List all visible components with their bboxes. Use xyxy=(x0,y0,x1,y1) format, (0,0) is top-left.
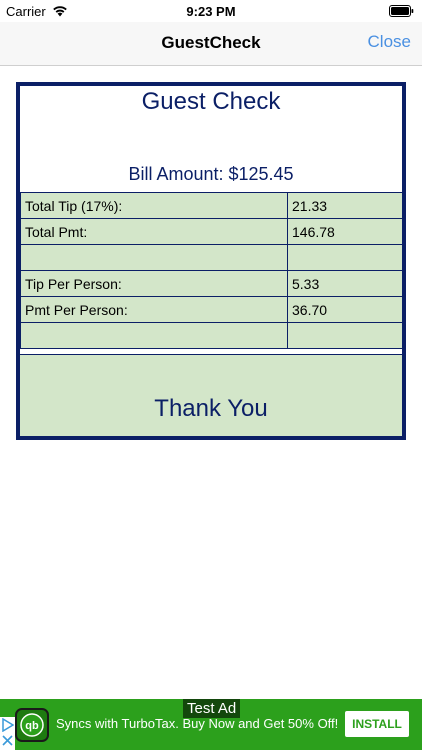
close-icon[interactable] xyxy=(2,735,13,746)
row-value: 36.70 xyxy=(287,296,403,323)
navigation-bar: GuestCheck Close xyxy=(0,22,422,66)
row-value xyxy=(287,244,403,271)
receipt-footer: Thank You xyxy=(20,354,402,436)
row-value: 5.33 xyxy=(287,270,403,297)
row-value: 21.33 xyxy=(287,192,403,219)
table-row: Total Pmt: 146.78 xyxy=(20,218,403,245)
table-row: Tip Per Person: 5.33 xyxy=(20,270,403,297)
row-label xyxy=(20,244,288,271)
install-button[interactable]: INSTALL xyxy=(345,711,409,737)
row-label: Tip Per Person: xyxy=(20,270,288,297)
thank-you-text: Thank You xyxy=(154,395,268,422)
svg-text:qb: qb xyxy=(25,720,39,732)
receipt-table: Total Tip (17%): 21.33 Total Pmt: 146.78… xyxy=(20,192,403,349)
row-value: 146.78 xyxy=(287,218,403,245)
row-label xyxy=(20,322,288,349)
table-row: Pmt Per Person: 36.70 xyxy=(20,296,403,323)
status-time: 9:23 PM xyxy=(186,4,236,19)
quickbooks-logo-icon[interactable]: qb xyxy=(15,708,49,742)
table-row xyxy=(20,322,403,349)
row-label: Total Tip (17%): xyxy=(20,192,288,219)
ad-banner[interactable]: qb Syncs with TurboTax. Buy Now and Get … xyxy=(0,699,422,750)
table-row xyxy=(20,244,403,271)
ad-choices-icon[interactable] xyxy=(1,718,14,732)
ad-text[interactable]: Syncs with TurboTax. Buy Now and Get 50%… xyxy=(56,716,338,731)
nav-title: GuestCheck xyxy=(161,33,261,52)
status-bar: Carrier 9:23 PM xyxy=(0,0,422,22)
ad-choices[interactable] xyxy=(0,717,15,750)
bill-amount: Bill Amount: $125.45 xyxy=(128,164,294,184)
close-button[interactable]: Close xyxy=(368,32,411,52)
guest-check-receipt: Guest Check Bill Amount: $125.45 Total T… xyxy=(16,82,406,440)
test-ad-badge: Test Ad xyxy=(183,699,241,718)
row-value xyxy=(287,322,403,349)
table-row: Total Tip (17%): 21.33 xyxy=(20,192,403,219)
receipt-header: Guest Check Bill Amount: $125.45 xyxy=(20,86,402,192)
row-label: Pmt Per Person: xyxy=(20,296,288,323)
row-label: Total Pmt: xyxy=(20,218,288,245)
battery-icon xyxy=(389,5,414,17)
receipt-title: Guest Check xyxy=(141,88,281,115)
